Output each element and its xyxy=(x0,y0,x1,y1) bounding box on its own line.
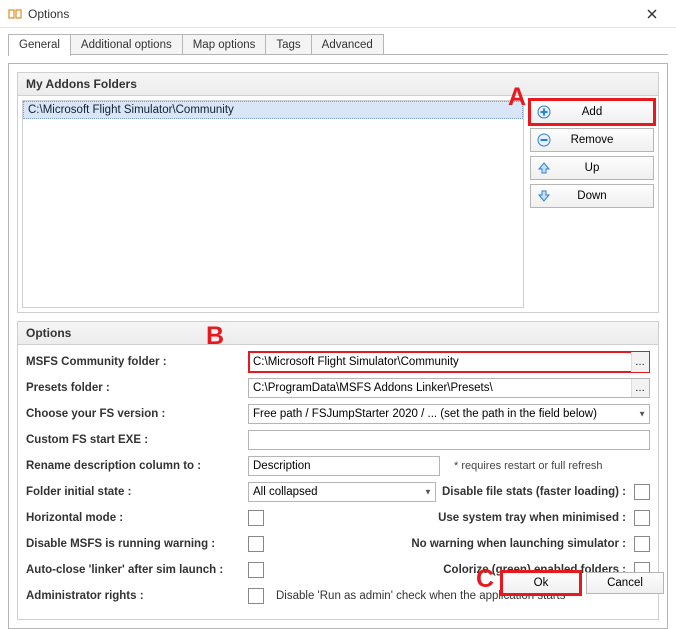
presets-label: Presets folder : xyxy=(26,382,248,394)
rename-input[interactable] xyxy=(248,456,440,476)
disable-warn-label: Disable MSFS is running warning : xyxy=(26,538,248,550)
tab-label: Map options xyxy=(193,39,256,51)
options-header: Options xyxy=(18,322,658,345)
folder-path: C:\Microsoft Flight Simulator\Community xyxy=(28,104,234,116)
folders-group: My Addons Folders C:\Microsoft Flight Si… xyxy=(17,72,659,313)
disable-warn-checkbox[interactable] xyxy=(248,536,264,552)
tab-label: Additional options xyxy=(81,39,172,51)
no-warning-checkbox[interactable] xyxy=(634,536,650,552)
rename-label: Rename description column to : xyxy=(26,460,248,472)
folder-row[interactable]: C:\Microsoft Flight Simulator\Community xyxy=(23,101,523,119)
tab-label: General xyxy=(19,39,60,51)
custom-exe-label: Custom FS start EXE : xyxy=(26,434,248,446)
tab-label: Advanced xyxy=(322,39,373,51)
community-label: MSFS Community folder : xyxy=(26,356,248,368)
cancel-button[interactable]: Cancel xyxy=(586,572,664,594)
browse-button[interactable]: … xyxy=(631,379,649,397)
app-icon xyxy=(8,7,22,21)
tab-advanced[interactable]: Advanced xyxy=(312,34,384,55)
tray-checkbox[interactable] xyxy=(634,510,650,526)
remove-button[interactable]: Remove xyxy=(530,128,654,152)
button-label: Down xyxy=(531,190,653,202)
tab-strip: General Additional options Map options T… xyxy=(0,28,676,55)
presets-input[interactable] xyxy=(248,378,650,398)
no-warning-label: No warning when launching simulator : xyxy=(411,538,626,550)
browse-button[interactable]: … xyxy=(631,352,649,372)
community-input[interactable] xyxy=(248,351,650,373)
tab-general[interactable]: General xyxy=(8,34,71,56)
ok-button[interactable]: Ok xyxy=(502,572,580,594)
tab-map[interactable]: Map options xyxy=(183,34,267,55)
add-button[interactable]: Add xyxy=(530,100,654,124)
rename-note: * requires restart or full refresh xyxy=(454,460,603,472)
disable-stats-checkbox[interactable] xyxy=(634,484,650,500)
tab-label: Tags xyxy=(276,39,300,51)
horizontal-label: Horizontal mode : xyxy=(26,512,248,524)
folder-state-select[interactable] xyxy=(248,482,436,502)
tray-label: Use system tray when minimised : xyxy=(438,512,626,524)
button-label: Cancel xyxy=(607,577,643,589)
version-select[interactable] xyxy=(248,404,650,424)
version-label: Choose your FS version : xyxy=(26,408,248,420)
down-button[interactable]: Down xyxy=(530,184,654,208)
button-label: Ok xyxy=(534,577,549,589)
folder-state-label: Folder initial state : xyxy=(26,486,248,498)
folders-header: My Addons Folders xyxy=(18,73,658,96)
close-button[interactable] xyxy=(636,0,668,28)
disable-stats-label: Disable file stats (faster loading) : xyxy=(442,486,626,498)
tab-tags[interactable]: Tags xyxy=(266,34,311,55)
titlebar: Options xyxy=(0,0,676,28)
folders-list[interactable]: C:\Microsoft Flight Simulator\Community xyxy=(22,100,524,308)
button-label: Remove xyxy=(531,134,653,146)
button-label: Up xyxy=(531,162,653,174)
custom-exe-input[interactable] xyxy=(248,430,650,450)
button-label: Add xyxy=(531,106,653,118)
dialog-buttons: Ok Cancel xyxy=(0,572,676,594)
horizontal-checkbox[interactable] xyxy=(248,510,264,526)
up-button[interactable]: Up xyxy=(530,156,654,180)
folder-buttons: Add Remove Up xyxy=(530,100,654,308)
window-title: Options xyxy=(28,7,69,21)
tab-additional[interactable]: Additional options xyxy=(71,34,183,55)
main-panel: My Addons Folders C:\Microsoft Flight Si… xyxy=(8,63,668,629)
